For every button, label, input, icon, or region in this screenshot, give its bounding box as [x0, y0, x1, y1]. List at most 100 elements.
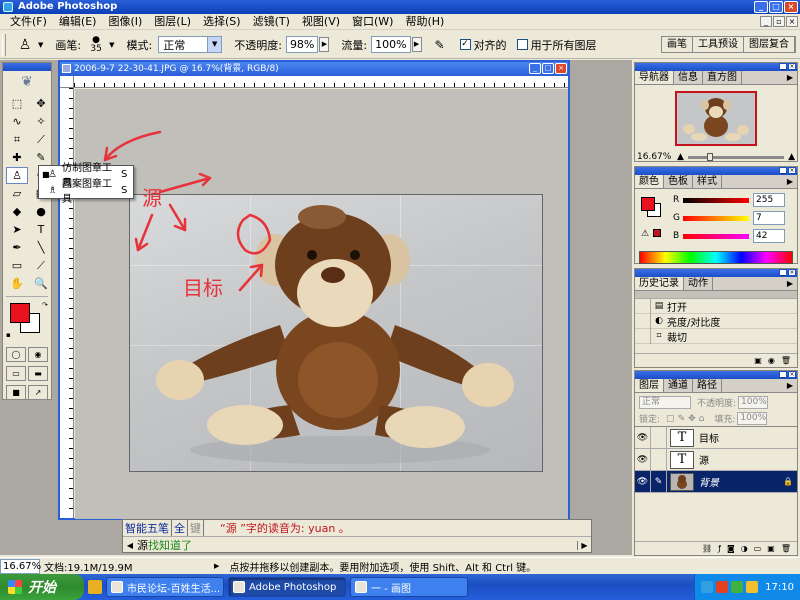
palette-well-tab-brushes[interactable]: 画笔	[662, 37, 693, 52]
panel-close-icon[interactable]: ×	[788, 63, 796, 70]
panel-menu-icon[interactable]: ▶	[787, 73, 793, 82]
menu-filter[interactable]: 滤镜(T)	[247, 14, 296, 30]
menu-view[interactable]: 视图(V)	[296, 14, 346, 30]
ime-candidate-2[interactable]: 找知道了	[148, 537, 192, 553]
link-cell[interactable]	[651, 426, 667, 449]
eye-icon[interactable]: 👁	[635, 448, 651, 471]
new-document-icon[interactable]: ▣	[754, 354, 762, 367]
panel-minimize-icon[interactable]: _	[779, 371, 787, 378]
opacity-slider-button[interactable]: ▶	[319, 37, 330, 52]
brush-edit-icon[interactable]: ✎	[651, 470, 667, 493]
color-panel-foreground[interactable]	[641, 197, 655, 211]
layer-style-icon[interactable]: ƒ	[718, 542, 721, 555]
layer-row[interactable]: 👁 T 目标	[635, 426, 797, 449]
panel-menu-icon[interactable]: ▶	[787, 279, 793, 288]
navigator-zoom[interactable]: 16.67%	[637, 152, 677, 162]
healing-brush-tool-icon[interactable]: ✚	[6, 149, 28, 166]
ime-name[interactable]: 智能五笔	[123, 520, 172, 536]
ime-next-icon[interactable]: ▶	[577, 540, 591, 550]
doc-minimize-button[interactable]: _	[760, 16, 772, 27]
screen-mode-full-button[interactable]: ▬	[28, 366, 48, 381]
trash-icon[interactable]: 🗑	[781, 354, 791, 367]
brush-picker[interactable]: ● 35	[85, 34, 107, 56]
tab-channels[interactable]: 通道	[664, 379, 693, 392]
tab-swatches[interactable]: 色板	[664, 175, 693, 188]
doc-win-maximize-button[interactable]: □	[542, 63, 554, 74]
panel-menu-icon[interactable]: ▶	[787, 381, 793, 390]
g-slider[interactable]	[683, 215, 749, 221]
all-layers-checkbox[interactable]	[516, 39, 528, 50]
magic-wand-tool-icon[interactable]: ✧	[30, 113, 52, 130]
lock-all-icon[interactable]: ⌂	[699, 414, 705, 424]
lock-image-icon[interactable]: ✎	[678, 414, 686, 424]
eye-icon[interactable]: 👁	[635, 426, 651, 449]
task-forum[interactable]: 市民论坛-百姓生活...	[106, 577, 224, 597]
menu-file[interactable]: 文件(F)	[4, 14, 53, 30]
gamut-warning-icon[interactable]: ⚠	[641, 229, 649, 239]
photo-canvas[interactable]	[129, 194, 543, 472]
delete-layer-icon[interactable]: 🗑	[781, 542, 791, 555]
opacity-input[interactable]: 98%	[285, 36, 319, 53]
clone-stamp-tool-button[interactable]: ♙	[6, 167, 28, 184]
eraser-tool-icon[interactable]: ▱	[6, 185, 28, 202]
history-item[interactable]: ⌗ 裁切	[635, 328, 797, 344]
tab-actions[interactable]: 动作	[684, 277, 713, 290]
ime-prev-icon[interactable]: ◀	[123, 541, 137, 550]
link-layers-icon[interactable]: ⛓	[702, 542, 712, 555]
ime-candidate-1[interactable]: 源	[137, 537, 148, 553]
panel-header[interactable]: _ ×	[635, 63, 797, 71]
blend-mode-select[interactable]: 正常	[639, 395, 691, 409]
doc-win-close-button[interactable]: ×	[555, 63, 567, 74]
tab-paths[interactable]: 路径	[693, 379, 722, 392]
tab-navigator[interactable]: 导航器	[635, 71, 674, 84]
palette-well-tab-presets[interactable]: 工具预设	[693, 37, 744, 52]
history-item[interactable]: ▤ 打开	[635, 298, 797, 314]
line-tool-icon[interactable]: ╲	[30, 239, 52, 256]
canvas-area[interactable]	[75, 89, 568, 519]
r-slider[interactable]	[683, 197, 749, 203]
hand-tool-icon[interactable]: ✋	[6, 275, 28, 292]
menu-layer[interactable]: 图层(L)	[148, 14, 197, 30]
default-colors-icon[interactable]: ▪	[6, 331, 11, 339]
panel-header[interactable]: _ ×	[635, 269, 797, 277]
menu-edit[interactable]: 编辑(E)	[53, 14, 103, 30]
airbrush-icon[interactable]: ✎	[430, 35, 450, 55]
screen-mode-standard-button[interactable]: ▭	[6, 366, 26, 381]
g-value-input[interactable]: 7	[753, 211, 785, 225]
palette-well-tab-comps[interactable]: 图层复合	[744, 37, 795, 52]
panel-minimize-icon[interactable]: _	[779, 269, 787, 276]
marquee-tool-icon[interactable]: ⬚	[6, 95, 28, 112]
path-selection-tool-icon[interactable]: ➤	[6, 221, 28, 238]
flow-slider-button[interactable]: ▶	[411, 37, 422, 52]
brush-dropdown-icon[interactable]: ▼	[109, 41, 114, 49]
imageready-button[interactable]: ↗	[28, 385, 48, 400]
panel-menu-icon[interactable]: ▶	[787, 177, 793, 186]
notes-tool-icon[interactable]: ▭	[6, 257, 28, 274]
snapshot-icon[interactable]: ◉	[768, 354, 775, 367]
tab-color[interactable]: 颜色	[635, 175, 664, 188]
doc-win-minimize-button[interactable]: _	[529, 63, 541, 74]
b-slider[interactable]	[683, 233, 749, 239]
minimize-button[interactable]: _	[754, 1, 768, 13]
screen-mode-black-button[interactable]: ■	[6, 385, 26, 400]
quick-launch-icon[interactable]	[88, 580, 102, 594]
dodge-tool-icon[interactable]: ●	[30, 203, 52, 220]
zoom-in-icon[interactable]: ▲	[788, 152, 795, 162]
zoom-tool-icon[interactable]: 🔍	[30, 275, 52, 292]
eyedropper-tool-icon[interactable]: ⟋	[30, 257, 52, 274]
swap-colors-icon[interactable]: ↷	[42, 301, 48, 309]
menu-image[interactable]: 图像(I)	[102, 14, 148, 30]
menu-window[interactable]: 窗口(W)	[346, 14, 399, 30]
flow-input[interactable]: 100%	[371, 36, 411, 53]
task-photoshop[interactable]: Adobe Photoshop	[228, 577, 346, 597]
navigator-zoom-slider[interactable]	[687, 152, 785, 161]
lasso-tool-icon[interactable]: ∿	[6, 113, 28, 130]
messenger-icon[interactable]	[731, 581, 744, 593]
new-group-icon[interactable]: ▭	[754, 542, 762, 555]
volume-icon[interactable]	[746, 581, 759, 593]
panel-close-icon[interactable]: ×	[788, 269, 796, 276]
lock-transparency-icon[interactable]: ▢	[666, 414, 675, 424]
layer-mask-icon[interactable]: ◙	[727, 542, 735, 555]
crop-tool-icon[interactable]: ⌗	[6, 131, 28, 148]
tab-layers[interactable]: 图层	[635, 379, 664, 392]
